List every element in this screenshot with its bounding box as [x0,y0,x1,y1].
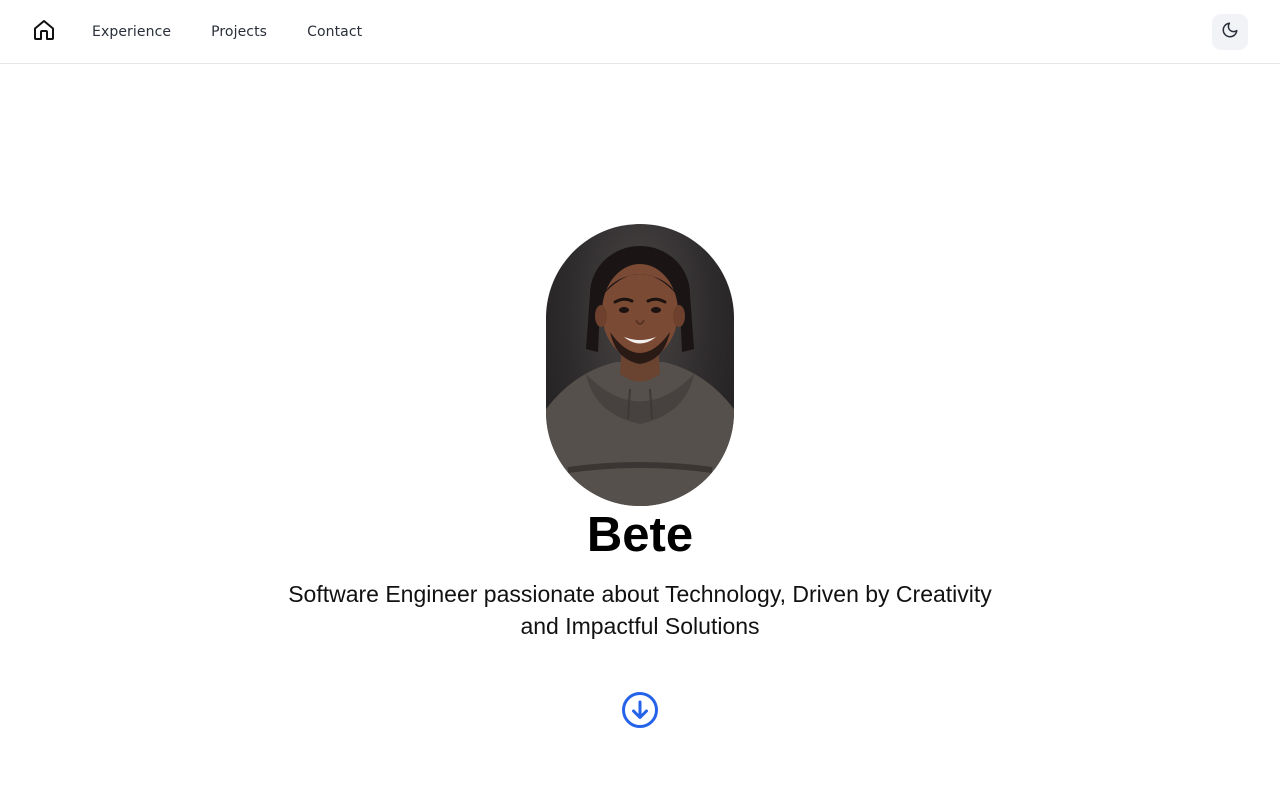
main-nav: Experience Projects Contact [92,0,362,64]
top-navbar: Experience Projects Contact [0,0,1280,64]
home-button[interactable] [30,18,58,46]
tagline-line-2: and Impactful Solutions [520,613,760,639]
profile-tagline: Software Engineer passionate about Techn… [265,578,1015,642]
arrow-down-circle-icon [621,691,659,734]
tagline-line-1: Software Engineer passionate about Techn… [288,581,992,607]
profile-name: Bete [586,508,694,562]
theme-toggle-button[interactable] [1212,14,1248,50]
nav-link-experience[interactable]: Experience [92,25,171,39]
nav-link-contact[interactable]: Contact [307,25,362,39]
profile-photo [546,224,734,506]
moon-icon [1221,21,1239,44]
home-icon [32,18,56,47]
nav-link-projects[interactable]: Projects [211,25,267,39]
scroll-down-button[interactable] [620,691,660,734]
